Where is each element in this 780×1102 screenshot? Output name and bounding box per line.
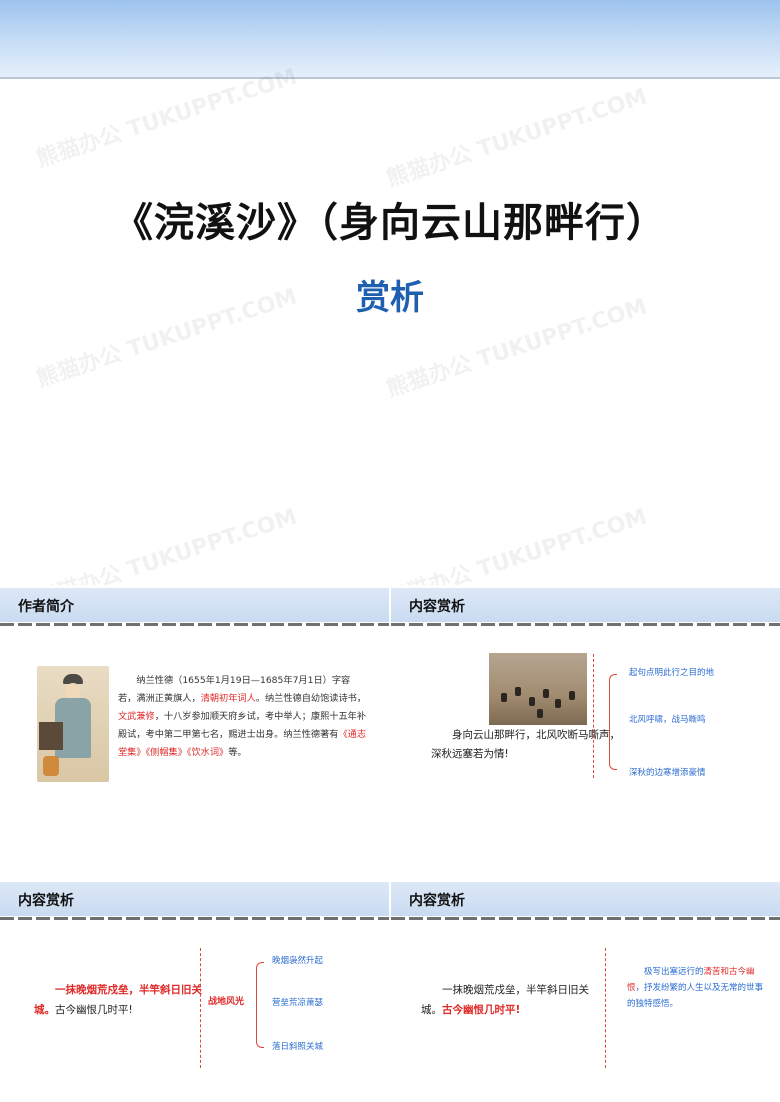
- dashed-divider: [605, 948, 606, 1068]
- rider: [555, 699, 561, 708]
- slide-header: 内容赏析: [0, 882, 389, 916]
- verse-text: 古今幽恨几时平!: [55, 1004, 133, 1016]
- rider: [515, 687, 521, 696]
- watermark: 熊猫办公 TUKUPPT.COM: [383, 84, 651, 193]
- theme-label: 战地风光: [208, 997, 245, 1007]
- note-3: 深秋的边寒增添豪情: [629, 768, 706, 778]
- header-rule: [391, 623, 780, 626]
- header-rule: [391, 917, 780, 920]
- watermark: 熊猫办公 TUKUPPT.COM: [33, 504, 301, 585]
- verse-highlight: 古今幽恨几时平!: [442, 1004, 521, 1016]
- analysis-part: ，抒发纷繁的人生以及无常的世事的独特感悟。: [627, 983, 764, 1009]
- slide-header: 内容赏析: [391, 588, 780, 622]
- bracket: [256, 962, 264, 1048]
- portrait-jar: [43, 756, 59, 776]
- verse-period: 。: [44, 1004, 56, 1016]
- rider: [529, 697, 535, 706]
- slide-header-title: 内容赏析: [18, 893, 74, 909]
- slide-header: 作者简介: [0, 588, 389, 622]
- portrait-face: [65, 683, 81, 699]
- slide-header-title: 内容赏析: [409, 599, 465, 615]
- header-divider: [0, 77, 780, 79]
- analysis-text: 极写出塞远行的清苦和古今幽恨，抒发纷繁的人生以及无常的世事的独特感悟。: [627, 964, 767, 1012]
- battle-photo: [489, 653, 587, 725]
- bracket: [609, 674, 617, 770]
- poem-verse: 一抹晚烟荒戍垒，半竿斜日旧关城。古今幽恨几时平!: [421, 980, 591, 1020]
- bio-text: 等。: [228, 747, 247, 758]
- header-band: [0, 0, 780, 78]
- content-slide-3: 内容赏析 一抹晚烟荒戍垒，半竿斜日旧关城。古今幽恨几时平! 极写出塞远行的清苦和…: [391, 882, 780, 1102]
- note-1: 起句点明此行之目的地: [629, 668, 715, 678]
- dashed-divider: [200, 948, 201, 1068]
- note-3: 落日斜照关城: [272, 1042, 324, 1052]
- content-slide-2: 内容赏析 一抹晚烟荒戍垒，半竿斜日旧关城。古今幽恨几时平! 战地风光 晚烟袅然升…: [0, 882, 389, 1102]
- header-rule: [0, 623, 389, 626]
- bio-highlight: 清朝初年词人: [200, 693, 256, 704]
- watermark: 熊猫办公 TUKUPPT.COM: [383, 504, 651, 585]
- author-bio: 纳兰性德（1655年1月19日—1685年7月1日）字容若，满洲正黄旗人，清朝初…: [118, 672, 368, 762]
- portrait-table: [39, 722, 63, 750]
- rider: [543, 689, 549, 698]
- bio-text: 。纳兰性德自幼饱读诗书，: [255, 693, 367, 704]
- slide-header-title: 内容赏析: [409, 893, 465, 909]
- slide-header: 内容赏析: [391, 882, 780, 916]
- rider: [569, 691, 575, 700]
- rider: [537, 709, 543, 718]
- bio-text: ，十八岁参加顺天府乡试，考中举人；康熙十五年补殿试，考中第二甲第七名，赐进士出身…: [118, 711, 367, 740]
- page-title: 《浣溪沙》（身向云山那畔行）: [113, 200, 667, 246]
- page-subtitle: 赏析: [356, 278, 424, 318]
- author-portrait: [37, 666, 109, 782]
- bio-highlight: 文武兼修: [118, 711, 155, 722]
- analysis-part: 极写出塞远行的: [644, 967, 704, 977]
- poem-verse: 一抹晚烟荒戍垒，半竿斜日旧关城。古今幽恨几时平!: [34, 980, 204, 1020]
- note-1: 晚烟袅然升起: [272, 956, 324, 966]
- header-rule: [0, 917, 389, 920]
- cover-slide: 熊猫办公 TUKUPPT.COM 熊猫办公 TUKUPPT.COM 熊猫办公 T…: [0, 0, 780, 585]
- note-2: 营垒荒凉萧瑟: [272, 998, 324, 1008]
- dashed-divider: [593, 654, 594, 778]
- note-2: 北风呼啸，战马嘶鸣: [629, 715, 706, 725]
- slide-header-title: 作者简介: [18, 599, 74, 615]
- rider: [501, 693, 507, 702]
- author-slide: 作者简介 纳兰性德（1655年1月19日—1685年7月1日）字容若，满洲正黄旗…: [0, 588, 389, 880]
- content-slide-1: 内容赏析 身向云山那畔行，北风吹断马嘶声，深秋远塞若为情! 起句点明此行之目的地…: [391, 588, 780, 880]
